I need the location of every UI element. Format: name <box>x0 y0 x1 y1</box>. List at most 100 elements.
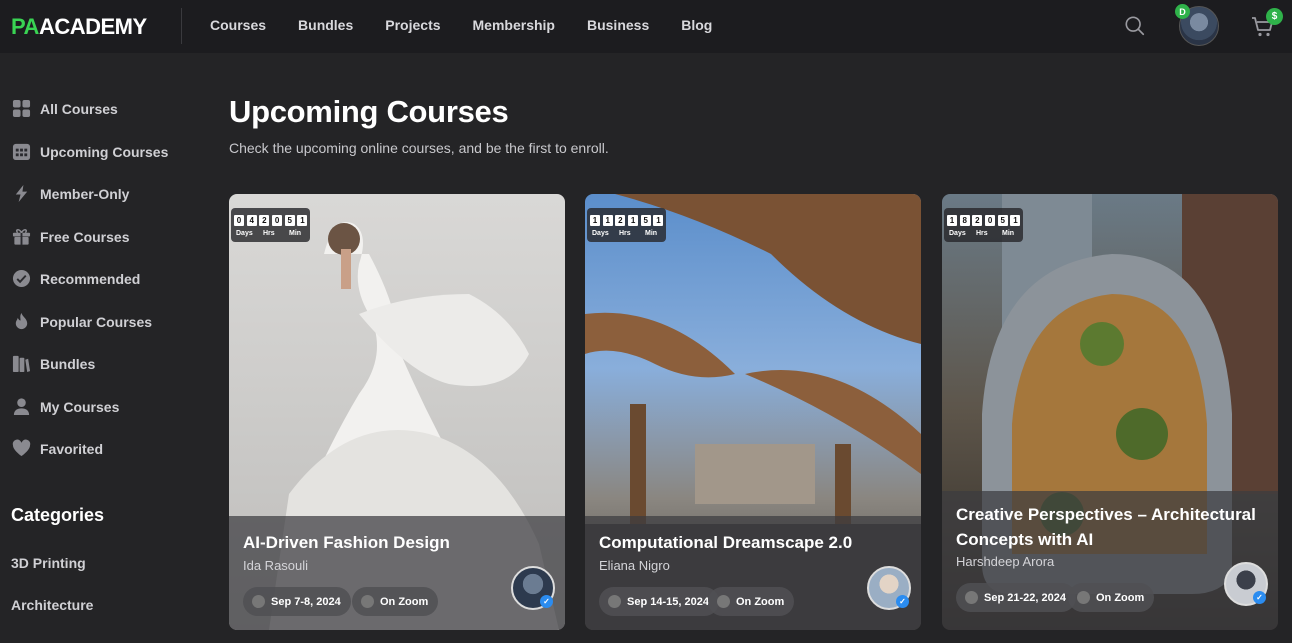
nav-bundles[interactable]: Bundles <box>298 17 353 33</box>
sidebar-item-label: Favorited <box>40 440 104 457</box>
nav-projects[interactable]: Projects <box>385 17 440 33</box>
course-info-panel: AI-Driven Fashion Design Ida Rasouli Sep… <box>229 516 565 630</box>
timer-digit: 5 <box>640 215 651 226</box>
timer-label-min: Min <box>1002 230 1015 237</box>
bolt-icon <box>12 184 31 203</box>
timer-label-min: Min <box>645 230 658 237</box>
sidebar-item-label: Recommended <box>40 270 141 287</box>
zoom-icon <box>361 595 374 608</box>
timer-digit: 0 <box>985 215 996 226</box>
timer-digit: 2 <box>615 215 626 226</box>
sidebar-item-label: My Courses <box>40 398 120 415</box>
sidebar-item-favorited[interactable]: Favorited <box>12 439 103 458</box>
course-card[interactable]: 0 4 2 0 5 1 Days Hrs Min AI-Driven Fashi… <box>229 194 565 630</box>
heart-icon <box>12 439 31 458</box>
countdown-timer: 1 1 2 1 5 1 Days Hrs Min <box>587 208 666 242</box>
nav-blog[interactable]: Blog <box>681 17 712 33</box>
course-title[interactable]: AI-Driven Fashion Design <box>243 530 450 555</box>
gift-icon <box>12 227 31 246</box>
clock-icon <box>252 595 265 608</box>
grid-icon <box>12 99 31 118</box>
course-date: Sep 21-22, 2024 <box>984 591 1066 604</box>
sidebar-item-label: All Courses <box>40 100 118 117</box>
sidebar-item-label: Member-Only <box>40 185 130 202</box>
sidebar-item-my-courses[interactable]: My Courses <box>12 397 119 416</box>
timer-label-days: Days <box>236 230 253 237</box>
course-info-panel: Computational Dreamscape 2.0 Eliana Nigr… <box>585 516 921 630</box>
timer-digit: 5 <box>997 215 1008 226</box>
timer-digit: 4 <box>246 215 257 226</box>
sidebar-item-label: Free Courses <box>40 228 130 245</box>
verified-icon: ✓ <box>1253 591 1266 604</box>
categories-heading: Categories <box>11 505 105 525</box>
course-author: Harshdeep Arora <box>956 554 1055 569</box>
timer-digit: 2 <box>972 215 983 226</box>
course-title[interactable]: Creative Perspectives – Architectural <box>956 502 1256 527</box>
timer-digit: 1 <box>947 215 957 226</box>
category-architecture[interactable]: Architecture <box>11 597 93 613</box>
logo[interactable]: PAACADEMY <box>11 14 147 40</box>
timer-digit: 1 <box>628 215 639 226</box>
course-date: Sep 7-8, 2024 <box>271 595 341 608</box>
course-title[interactable]: Computational Dreamscape 2.0 <box>599 530 852 555</box>
course-card[interactable]: 1 1 2 1 5 1 Days Hrs Min Computational D… <box>585 194 921 630</box>
timer-label-hrs: Hrs <box>976 230 988 237</box>
nav-courses[interactable]: Courses <box>210 17 266 33</box>
course-card[interactable]: 1 8 2 0 5 1 Days Hrs Min Creative Perspe… <box>942 194 1278 630</box>
verified-icon: ✓ <box>540 595 553 608</box>
countdown-timer: 0 4 2 0 5 1 Days Hrs Min <box>231 208 310 242</box>
check-badge-icon <box>12 269 31 288</box>
sidebar-item-bundles[interactable]: Bundles <box>12 354 95 373</box>
course-author: Ida Rasouli <box>243 558 309 573</box>
search-icon[interactable] <box>1124 15 1146 37</box>
timer-digit: 1 <box>602 215 613 226</box>
timer-digit: 0 <box>234 215 244 226</box>
course-location: On Zoom <box>736 595 785 608</box>
date-pill: Sep 7-8, 2024 <box>243 587 351 616</box>
course-date: Sep 14-15, 2024 <box>627 595 709 608</box>
clock-icon <box>965 591 978 604</box>
sidebar-item-recommended[interactable]: Recommended <box>12 269 140 288</box>
timer-digit: 1 <box>297 215 308 226</box>
cart-badge: $ <box>1266 8 1283 25</box>
page-title: Upcoming Courses <box>229 94 509 129</box>
timer-digit: 5 <box>284 215 295 226</box>
timer-digit: 8 <box>959 215 970 226</box>
timer-digit: 2 <box>259 215 270 226</box>
sidebar-item-label: Upcoming Courses <box>40 143 169 160</box>
sidebar-item-member-only[interactable]: Member-Only <box>12 184 129 203</box>
zoom-icon <box>717 595 730 608</box>
timer-digit: 0 <box>272 215 283 226</box>
date-pill: Sep 21-22, 2024 <box>956 583 1076 612</box>
sidebar-item-upcoming-courses[interactable]: Upcoming Courses <box>12 142 168 161</box>
location-pill: On Zoom <box>1068 583 1155 612</box>
course-author: Eliana Nigro <box>599 558 670 573</box>
timer-label-days: Days <box>592 230 609 237</box>
sidebar: All Courses Upcoming Courses Member-Only… <box>0 53 200 643</box>
nav-business[interactable]: Business <box>587 17 649 33</box>
timer-digit: 1 <box>653 215 664 226</box>
divider <box>181 8 182 44</box>
books-icon <box>12 354 31 373</box>
top-bar: PAACADEMY Courses Bundles Projects Membe… <box>0 0 1292 53</box>
clock-icon <box>608 595 621 608</box>
verified-icon: ✓ <box>896 595 909 608</box>
location-pill: On Zoom <box>352 587 439 616</box>
sidebar-item-label: Bundles <box>40 355 96 372</box>
category-3d-printing[interactable]: 3D Printing <box>11 555 86 571</box>
course-info-panel: Creative Perspectives – Architectural Co… <box>942 491 1278 630</box>
course-location: On Zoom <box>1096 591 1145 604</box>
sidebar-item-popular-courses[interactable]: Popular Courses <box>12 312 152 331</box>
timer-label-days: Days <box>949 230 966 237</box>
date-pill: Sep 14-15, 2024 <box>599 587 719 616</box>
sidebar-item-free-courses[interactable]: Free Courses <box>12 227 129 246</box>
course-title-line2[interactable]: Concepts with AI <box>956 527 1093 552</box>
nav-membership[interactable]: Membership <box>473 17 555 33</box>
sidebar-item-all-courses[interactable]: All Courses <box>12 99 118 118</box>
user-avatar[interactable]: D <box>1175 4 1219 46</box>
person-icon <box>12 397 31 416</box>
logo-pa: PA <box>11 14 39 39</box>
logo-academy: ACADEMY <box>38 14 147 39</box>
timer-label-hrs: Hrs <box>263 230 275 237</box>
sidebar-item-label: Popular Courses <box>40 313 153 330</box>
